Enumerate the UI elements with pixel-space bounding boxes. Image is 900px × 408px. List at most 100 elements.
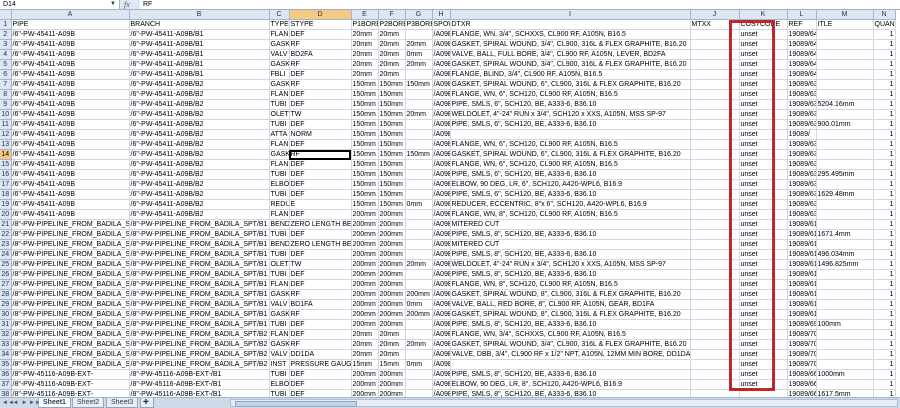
cell-l[interactable]: 19089/613 [787, 239, 817, 250]
cell-m[interactable] [816, 49, 874, 60]
cell-h[interactable]: /A09B [432, 149, 451, 160]
cell-f[interactable]: 200mm [378, 309, 406, 320]
cell-d[interactable]: RF [289, 79, 352, 90]
cell-n[interactable]: 1 [873, 289, 896, 300]
cell-g[interactable] [405, 229, 433, 240]
cell-g[interactable] [405, 139, 433, 150]
cell-l[interactable]: 19089/613 [787, 249, 817, 260]
cell-d[interactable]: DEF [289, 379, 352, 390]
cell-k[interactable]: unset [739, 149, 788, 160]
cell-g[interactable]: 0mm [405, 299, 433, 310]
cell-b[interactable]: /6"-PW-45411-A09B/B2 [129, 159, 270, 170]
cell-l[interactable]: 19089/641 [787, 29, 817, 40]
cell-i[interactable]: FLANGE, WN, 3/4", SCHXXS, CL900 RF, A105… [450, 29, 691, 40]
column-header-f[interactable]: F [378, 10, 406, 20]
cell-l[interactable]: REF [787, 19, 817, 30]
cell-c[interactable]: VALV [269, 49, 290, 60]
column-header-b[interactable]: B [129, 10, 270, 20]
cell-h[interactable]: /A09B [432, 379, 451, 390]
cell-e[interactable]: 150mm [351, 109, 379, 120]
cell-c[interactable]: TUBI [269, 119, 290, 130]
cell-e[interactable]: 200mm [351, 219, 379, 230]
cell-d[interactable]: DEF [289, 279, 352, 290]
cell-j[interactable] [690, 309, 740, 320]
cell-h[interactable]: /A09B [432, 49, 451, 60]
cell-j[interactable] [690, 359, 740, 370]
row-header[interactable]: 11 [0, 119, 12, 130]
cell-j[interactable] [690, 189, 740, 200]
cell-d[interactable]: RF [289, 39, 352, 50]
cell-m[interactable] [816, 149, 874, 160]
cell-d[interactable]: DEF [289, 389, 352, 397]
cell-d[interactable]: E [289, 199, 352, 210]
cell-d[interactable]: RF [289, 149, 352, 160]
cell-b[interactable]: /8"-PW-PIPELINE_FROM_BADILA_SPT/B1 [129, 289, 270, 300]
cell-k[interactable]: unset [739, 89, 788, 100]
row-header[interactable]: 35 [0, 359, 12, 370]
cell-a[interactable]: /6"-PW-45411-A09B [11, 209, 130, 220]
row-header[interactable]: 13 [0, 139, 12, 150]
cell-i[interactable]: REDUCER, ECCENTRIC, 8"x 6", SCH120, A420… [450, 199, 691, 210]
row-header[interactable]: 32 [0, 329, 12, 340]
cell-h[interactable]: /A09B [432, 179, 451, 190]
cell-m[interactable] [816, 339, 874, 350]
cell-a[interactable]: /8"-PW-PIPELINE_FROM_BADILA_SPT [11, 299, 130, 310]
cell-c[interactable]: GASK [269, 39, 290, 50]
column-header-h[interactable]: H [432, 10, 451, 20]
row-header[interactable]: 14 [0, 149, 12, 160]
cell-c[interactable]: REDU [269, 199, 290, 210]
cell-k[interactable]: unset [739, 109, 788, 120]
cell-k[interactable]: COSTCODE [739, 19, 788, 30]
cell-c[interactable]: TUBI [269, 189, 290, 200]
cell-f[interactable]: 200mm [378, 209, 406, 220]
row-header[interactable]: 8 [0, 89, 12, 100]
cell-g[interactable]: 20mm [405, 59, 433, 70]
cell-e[interactable]: 200mm [351, 309, 379, 320]
cell-c[interactable]: FBLI [269, 69, 290, 80]
cell-k[interactable]: unset [739, 319, 788, 330]
cell-j[interactable] [690, 69, 740, 80]
cell-e[interactable]: 200mm [351, 269, 379, 280]
cell-i[interactable] [450, 359, 691, 370]
cell-k[interactable]: unset [739, 59, 788, 70]
cell-d[interactable]: DEF [289, 169, 352, 180]
cell-k[interactable]: unset [739, 229, 788, 240]
cell-h[interactable]: /A09B [432, 69, 451, 80]
cell-h[interactable]: /A09B [432, 29, 451, 40]
cell-h[interactable]: /A09B [432, 349, 451, 360]
cell-n[interactable]: 1 [873, 219, 896, 230]
cell-k[interactable]: unset [739, 329, 788, 340]
cell-j[interactable] [690, 299, 740, 310]
cell-m[interactable] [816, 89, 874, 100]
cell-g[interactable] [405, 189, 433, 200]
cell-a[interactable]: /8"-PW-45116-A09B-EXT- [11, 389, 130, 397]
cell-m[interactable] [816, 269, 874, 280]
cell-k[interactable]: unset [739, 129, 788, 140]
cell-h[interactable]: /A09B [432, 39, 451, 50]
cell-j[interactable] [690, 279, 740, 290]
cell-l[interactable]: 19089/639 [787, 149, 817, 160]
cell-l[interactable]: 19089/638 [787, 89, 817, 100]
cell-h[interactable]: /A09B [432, 309, 451, 320]
select-all-corner[interactable] [0, 10, 12, 20]
cell-e[interactable]: 150mm [351, 149, 379, 160]
cell-m[interactable] [816, 159, 874, 170]
row-header[interactable]: 29 [0, 299, 12, 310]
cell-l[interactable]: 19089/615 [787, 269, 817, 280]
cell-e[interactable]: 150mm [351, 179, 379, 190]
cell-m[interactable] [816, 299, 874, 310]
cell-m[interactable] [816, 59, 874, 70]
cell-n[interactable]: 1 [873, 249, 896, 260]
cell-f[interactable]: 150mm [378, 139, 406, 150]
cell-a[interactable]: /6"-PW-45411-A09B [11, 159, 130, 170]
row-header[interactable]: 5 [0, 59, 12, 70]
cell-d[interactable]: ZERO LENGTH BEND [289, 239, 352, 250]
cell-a[interactable]: /6"-PW-45411-A09B [11, 59, 130, 70]
cell-l[interactable]: 19089/637 [787, 119, 817, 130]
cell-n[interactable]: 1 [873, 209, 896, 220]
cell-a[interactable]: /8"-PW-PIPELINE_FROM_BADILA_SPT [11, 329, 130, 340]
cell-g[interactable] [405, 369, 433, 380]
cell-h[interactable]: /A09B [432, 219, 451, 230]
cell-n[interactable]: 1 [873, 269, 896, 280]
row-header[interactable]: 4 [0, 49, 12, 60]
